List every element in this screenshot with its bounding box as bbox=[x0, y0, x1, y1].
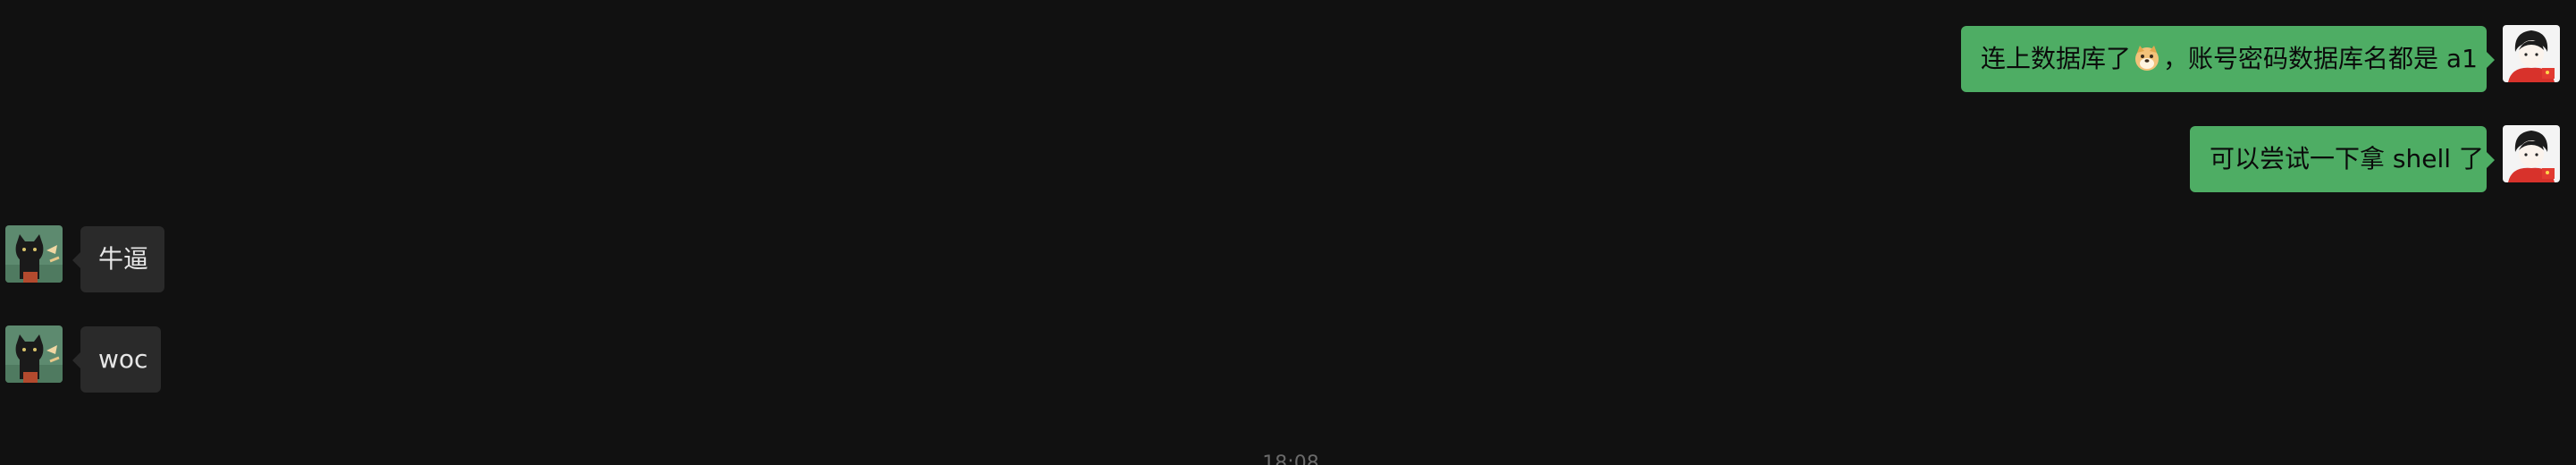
anime-character-avatar-icon bbox=[2503, 25, 2560, 82]
message-text: 牛逼 bbox=[98, 244, 149, 274]
message-bubble[interactable]: 连上数据库了 ，账号密码数据库名都是 a1 bbox=[1961, 26, 2495, 92]
message-text: 可以尝试一下拿 shell 了 bbox=[2210, 144, 2484, 173]
message-text: woc bbox=[98, 344, 148, 374]
message-bubble[interactable]: 牛逼 bbox=[72, 226, 164, 292]
message-bubble[interactable]: 可以尝试一下拿 shell 了 bbox=[2190, 126, 2495, 192]
contact-avatar[interactable] bbox=[5, 326, 63, 383]
contact-avatar[interactable] bbox=[5, 225, 63, 283]
message-bubble[interactable]: woc bbox=[72, 326, 161, 393]
self-avatar[interactable] bbox=[2503, 125, 2560, 182]
anime-character-avatar-icon bbox=[2503, 125, 2560, 182]
chat-message-list: 连上数据库了 ，账号密码数据库名都是 a1 可以尝试一下拿 shell 了 牛逼… bbox=[0, 0, 2576, 465]
black-cat-avatar-icon bbox=[5, 326, 63, 383]
message-text: ，账号密码数据库名都是 a1 bbox=[2163, 44, 2478, 73]
self-avatar[interactable] bbox=[2503, 25, 2560, 82]
doge-emoji-icon bbox=[2133, 31, 2161, 71]
message-text: 连上数据库了 bbox=[1981, 44, 2132, 73]
black-cat-avatar-icon bbox=[5, 225, 63, 283]
message-timestamp: 18:08 bbox=[1262, 452, 1319, 465]
